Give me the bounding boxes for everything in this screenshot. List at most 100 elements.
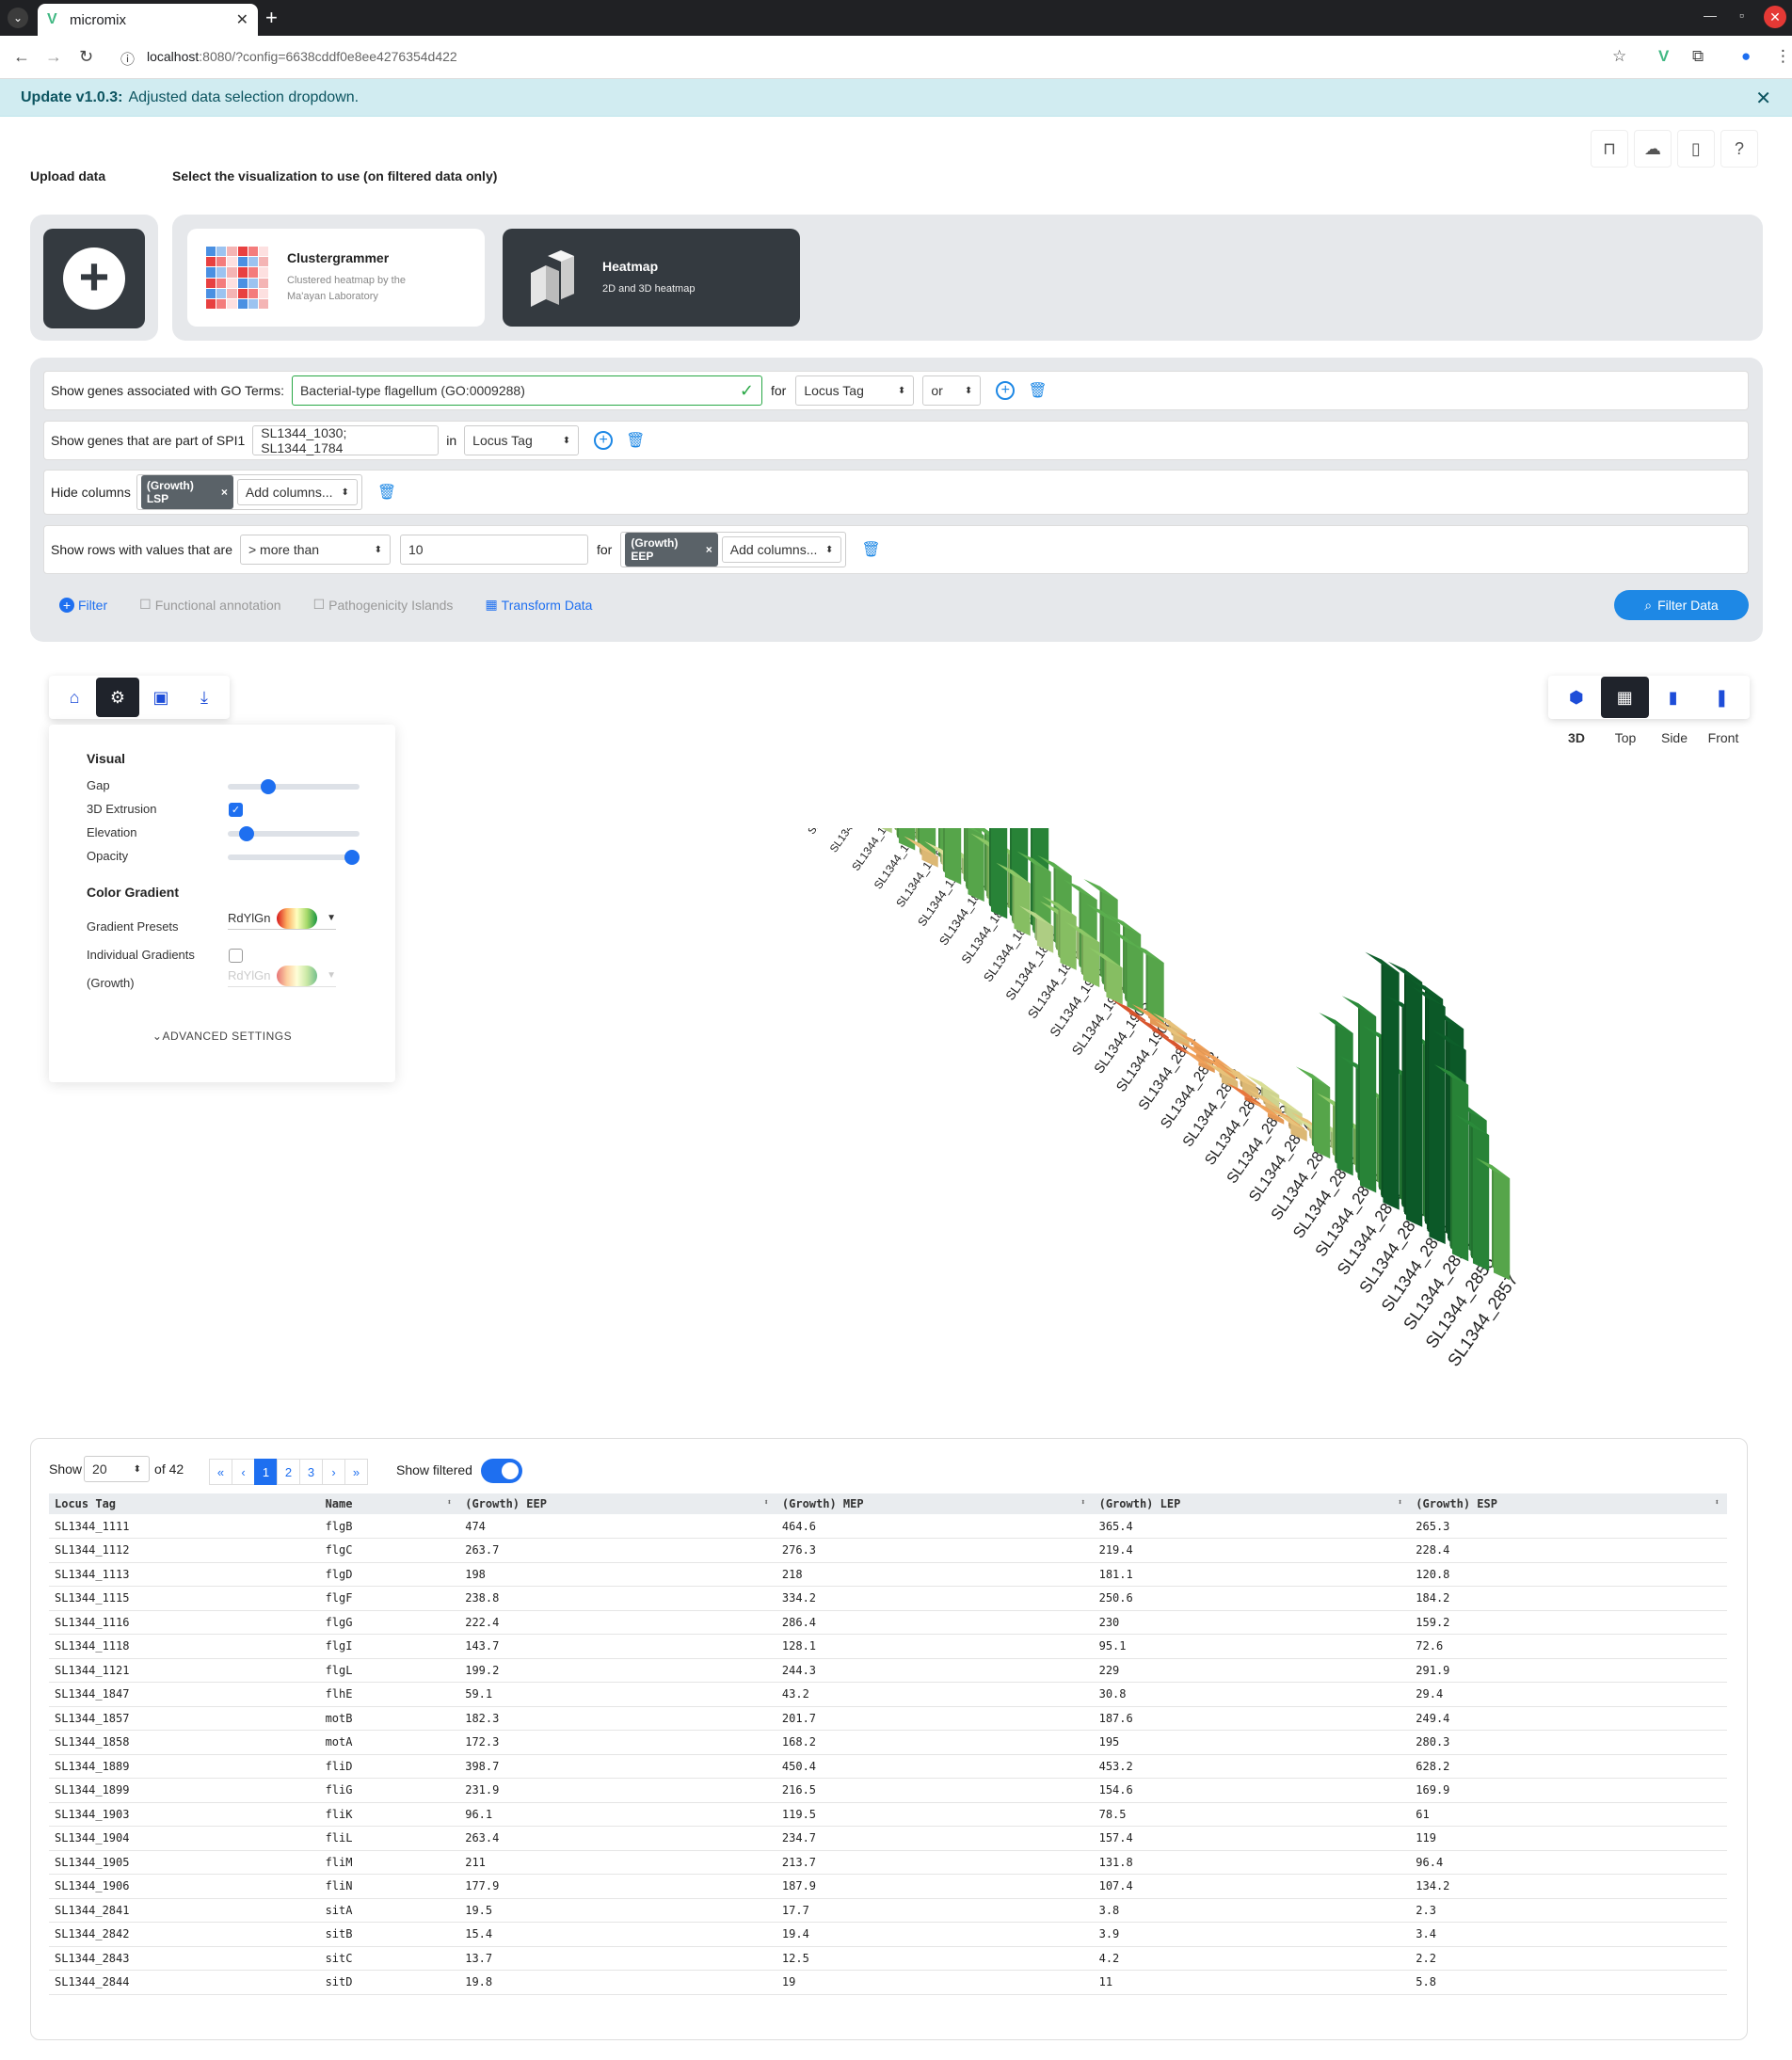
site-info-icon[interactable]: ⓘ [120, 49, 135, 69]
page-button[interactable]: 3 [299, 1459, 323, 1485]
upload-button[interactable]: + [43, 229, 145, 328]
url-field[interactable]: localhost:8080/?config=6638cddf0e8ee4276… [147, 49, 457, 64]
individual-gradients-checkbox[interactable] [229, 949, 243, 963]
table-row[interactable]: SL1344_1847 flhE 59.1 43.2 30.8 29.4 [49, 1682, 1727, 1707]
view-3d-icon[interactable]: ⬢ [1552, 677, 1601, 718]
column-header[interactable]: Name ⬍ [319, 1493, 460, 1514]
comparison-select[interactable]: > more than ⬍ [239, 535, 391, 565]
go-operator-select[interactable]: or ⬍ [922, 375, 982, 406]
growth-gradient-select[interactable]: RdYlGn ▼ [228, 965, 336, 987]
file-icon[interactable]: ▯ [1677, 130, 1715, 168]
add-filter-button[interactable]: + Filter [59, 597, 107, 613]
table-row[interactable]: SL1344_1857 motB 182.3 201.7 187.6 249.4 [49, 1706, 1727, 1731]
elevation-slider[interactable] [228, 826, 360, 841]
reload-icon[interactable]: ↻ [79, 47, 93, 67]
slider-handle[interactable] [239, 826, 255, 841]
table-row[interactable]: SL1344_1113 flgD 198 218 181.1 120.8 [49, 1562, 1727, 1587]
minimize-icon[interactable]: — [1704, 8, 1717, 23]
slider-handle[interactable] [260, 779, 276, 794]
view-front-icon[interactable]: ❚ [1698, 677, 1747, 718]
restore-icon[interactable]: ▫ [1739, 8, 1744, 23]
table-row[interactable]: SL1344_2842 sitB 15.4 19.4 3.9 3.4 [49, 1922, 1727, 1947]
settings-gear-icon[interactable]: ⚙ [96, 678, 139, 717]
table-row[interactable]: SL1344_1112 flgC 263.7 276.3 219.4 228.4 [49, 1538, 1727, 1563]
table-row[interactable]: SL1344_2844 sitD 19.8 19 11 5.8 [49, 1970, 1727, 1995]
page-button[interactable]: « [209, 1459, 232, 1485]
table-row[interactable]: SL1344_1899 fliG 231.9 216.5 154.6 169.9 [49, 1778, 1727, 1803]
page-button[interactable]: ‹ [232, 1459, 255, 1485]
table-row[interactable]: SL1344_2843 sitC 13.7 12.5 4.2 2.2 [49, 1946, 1727, 1971]
chip-remove-icon[interactable]: × [706, 543, 712, 556]
column-header[interactable]: (Growth) EEP ⬍ [459, 1493, 776, 1514]
home-icon[interactable]: ⌂ [53, 678, 96, 717]
gradient-presets-select[interactable]: RdYlGn ▼ [228, 907, 336, 930]
tab-search-icon[interactable]: ⌄ [8, 8, 28, 28]
column-header[interactable]: (Growth) MEP ⬍ [776, 1493, 1094, 1514]
column-chip[interactable]: (Growth) EEP × [625, 533, 718, 567]
show-filtered-toggle[interactable] [481, 1459, 522, 1483]
column-chip[interactable]: (Growth) LSP × [140, 475, 233, 509]
table-row[interactable]: SL1344_1906 fliN 177.9 187.9 107.4 134.2 [49, 1874, 1727, 1899]
page-button[interactable]: 1 [254, 1459, 278, 1485]
profile-avatar-icon[interactable]: ● [1741, 47, 1751, 66]
bookmark-star-icon[interactable]: ☆ [1612, 47, 1626, 66]
sort-icon[interactable]: ⬍ [1398, 1498, 1402, 1508]
sort-icon[interactable]: ⬍ [763, 1498, 768, 1508]
table-row[interactable]: SL1344_1904 fliL 263.4 234.7 157.4 119 [49, 1826, 1727, 1851]
table-row[interactable]: SL1344_2841 sitA 19.5 17.7 3.8 2.3 [49, 1898, 1727, 1923]
table-row[interactable]: SL1344_1858 motA 172.3 168.2 195 280.3 [49, 1730, 1727, 1755]
view-top-icon[interactable]: ▦ [1600, 677, 1649, 718]
threshold-input[interactable]: 10 [399, 535, 588, 565]
add-columns-select[interactable]: Add columns... ⬍ [721, 536, 842, 563]
banner-close-icon[interactable]: ✕ [1755, 87, 1771, 110]
delete-filter-icon[interactable]: 🗑 [861, 540, 880, 559]
add-condition-icon[interactable]: + [594, 431, 614, 450]
clustergrammer-card[interactable]: Clustergrammer Clustered heatmap by the … [187, 229, 485, 327]
gap-slider[interactable] [228, 779, 360, 794]
tab-close-icon[interactable]: ✕ [236, 10, 248, 29]
vue-devtools-icon[interactable]: V [1658, 47, 1669, 66]
save-icon[interactable]: ▣ [139, 678, 183, 717]
table-row[interactable]: SL1344_1903 fliK 96.1 119.5 78.5 61 [49, 1802, 1727, 1827]
cloud-upload-icon[interactable]: ☁ [1634, 130, 1672, 168]
add-columns-select[interactable]: Add columns... ⬍ [236, 479, 358, 505]
download-icon[interactable]: ⤓ [183, 678, 226, 717]
help-icon[interactable]: ? [1720, 130, 1758, 168]
sort-icon[interactable]: ⬍ [1080, 1498, 1085, 1508]
table-row[interactable]: SL1344_1905 fliM 211 213.7 131.8 96.4 [49, 1850, 1727, 1875]
delete-filter-icon[interactable]: 🗑 [377, 483, 396, 502]
page-button[interactable]: » [344, 1459, 368, 1485]
new-tab-icon[interactable]: + [265, 6, 278, 30]
page-button[interactable]: 2 [277, 1459, 300, 1485]
hide-columns-input[interactable]: (Growth) LSP × Add columns... ⬍ [136, 474, 362, 510]
table-row[interactable]: SL1344_1111 flgB 474 464.6 365.4 265.3 [49, 1514, 1727, 1539]
extensions-icon[interactable]: ⧉ [1692, 47, 1704, 66]
go-field-select[interactable]: Locus Tag ⬍ [795, 375, 915, 406]
table-row[interactable]: SL1344_1118 flgI 143.7 128.1 95.1 72.6 [49, 1634, 1727, 1659]
heatmap-card[interactable]: Heatmap 2D and 3D heatmap [503, 229, 800, 327]
chip-remove-icon[interactable]: × [221, 486, 228, 499]
transform-data-button[interactable]: ▦ Transform Data [485, 597, 592, 613]
sort-icon[interactable]: ⬍ [1715, 1498, 1720, 1508]
heatmap-3d-canvas[interactable]: SL1344_1111SL1344_1112SL1344_1113SL1344_… [659, 828, 1760, 1430]
opacity-slider[interactable] [228, 850, 360, 865]
browser-menu-icon[interactable]: ⋮ [1775, 47, 1791, 66]
sort-icon[interactable]: ⬍ [447, 1498, 452, 1508]
spi-input[interactable]: SL1344_1030; SL1344_1784 [252, 425, 440, 455]
go-terms-input[interactable]: Bacterial-type flagellum (GO:0009288) ✓ [291, 375, 762, 406]
forward-icon[interactable]: → [45, 47, 62, 67]
table-row[interactable]: SL1344_1115 flgF 238.8 334.2 250.6 184.2 [49, 1586, 1727, 1611]
column-header[interactable]: (Growth) LEP ⬍ [1093, 1493, 1411, 1514]
advanced-settings-toggle[interactable]: ⌄ADVANCED SETTINGS [49, 1030, 395, 1043]
delete-filter-icon[interactable]: 🗑 [626, 431, 645, 450]
table-row[interactable]: SL1344_1116 flgG 222.4 286.4 230 159.2 [49, 1610, 1727, 1635]
value-columns-input[interactable]: (Growth) EEP × Add columns... ⬍ [620, 532, 847, 567]
add-condition-icon[interactable]: + [996, 381, 1016, 400]
table-row[interactable]: SL1344_1889 fliD 398.7 450.4 453.2 628.2 [49, 1754, 1727, 1779]
slider-handle[interactable] [344, 850, 360, 865]
back-icon[interactable]: ← [13, 47, 30, 67]
window-close-icon[interactable]: ✕ [1764, 6, 1786, 28]
filter-data-button[interactable]: ⌕ Filter Data [1614, 590, 1749, 620]
view-side-icon[interactable]: ▮ [1649, 677, 1698, 718]
page-size-select[interactable]: 20 ⬍ [84, 1456, 151, 1482]
